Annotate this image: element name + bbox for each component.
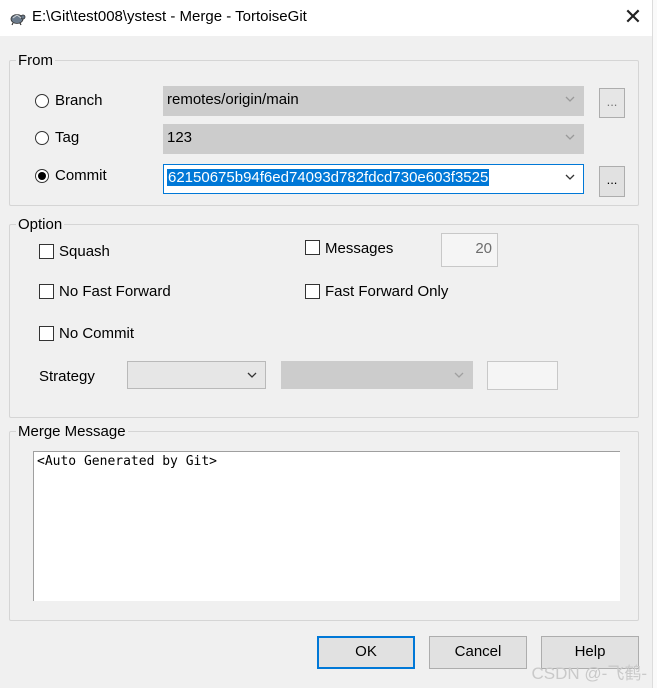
chevron-down-icon: [565, 96, 575, 102]
tag-radio[interactable]: [35, 131, 49, 145]
cancel-button[interactable]: Cancel: [429, 636, 527, 669]
ok-button[interactable]: OK: [317, 636, 415, 669]
tag-label[interactable]: Tag: [55, 129, 79, 146]
commit-browse-button[interactable]: ...: [599, 166, 625, 197]
strategy-combo[interactable]: [127, 361, 266, 389]
window-title: E:\Git\test008\ystest - Merge - Tortoise…: [32, 8, 307, 25]
no-commit-checkbox[interactable]: [39, 326, 54, 341]
close-icon[interactable]: ✕: [620, 4, 646, 30]
chevron-down-icon: [565, 134, 575, 140]
tag-combo: 123: [163, 124, 584, 154]
tortoise-icon: [10, 14, 26, 26]
branch-value: remotes/origin/main: [167, 91, 299, 108]
no-fast-forward-label[interactable]: No Fast Forward: [59, 283, 171, 300]
merge-message-textarea[interactable]: <Auto Generated by Git>: [33, 451, 620, 601]
commit-combo[interactable]: 62150675b94f6ed74093d782fdcd730e603f3525: [163, 164, 584, 194]
chevron-down-icon[interactable]: [563, 170, 577, 184]
fast-forward-only-checkbox[interactable]: [305, 284, 320, 299]
messages-checkbox[interactable]: [305, 240, 320, 255]
chevron-down-icon[interactable]: [245, 368, 259, 382]
strategy-option-combo: [281, 361, 473, 389]
branch-label[interactable]: Branch: [55, 92, 103, 109]
commit-label[interactable]: Commit: [55, 167, 107, 184]
squash-checkbox[interactable]: [39, 244, 54, 259]
chevron-down-icon: [454, 372, 464, 378]
window-edge: [652, 0, 657, 688]
strategy-label: Strategy: [39, 368, 95, 385]
branch-browse-button: ...: [599, 88, 625, 118]
watermark: CSDN @-飞鹤-: [531, 664, 647, 683]
messages-label[interactable]: Messages: [325, 240, 393, 257]
commit-radio[interactable]: [35, 169, 49, 183]
tag-value: 123: [167, 129, 193, 146]
squash-label[interactable]: Squash: [59, 243, 110, 260]
fast-forward-only-label[interactable]: Fast Forward Only: [325, 283, 448, 300]
merge-message-group-label: Merge Message: [16, 423, 128, 440]
messages-count-field: 20: [441, 233, 498, 267]
merge-message-text[interactable]: <Auto Generated by Git>: [37, 454, 217, 469]
strategy-param-field: [487, 361, 558, 390]
no-fast-forward-checkbox[interactable]: [39, 284, 54, 299]
no-commit-label[interactable]: No Commit: [59, 325, 134, 342]
option-group-label: Option: [16, 216, 65, 233]
branch-combo: remotes/origin/main: [163, 86, 584, 116]
branch-radio[interactable]: [35, 94, 49, 108]
commit-value[interactable]: 62150675b94f6ed74093d782fdcd730e603f3525: [167, 169, 490, 186]
from-group-label: From: [16, 52, 55, 69]
